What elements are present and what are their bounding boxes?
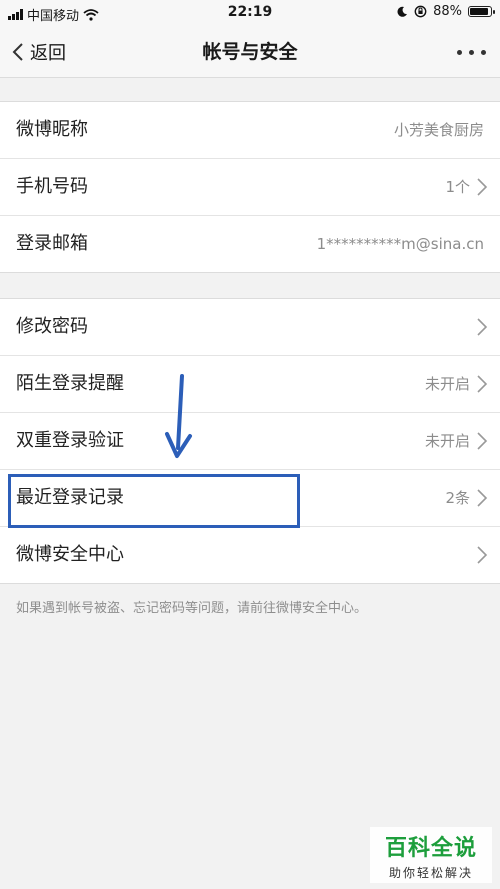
row-unfamiliar-login-alert[interactable]: 陌生登录提醒 未开启 (0, 356, 500, 413)
account-info-group: 微博昵称 小芳美食厨房 手机号码 1个 登录邮箱 1**********m@si… (0, 101, 500, 273)
row-label: 微博安全中心 (16, 544, 124, 565)
row-label: 登录邮箱 (16, 233, 88, 254)
row-value: 未开启 (424, 432, 470, 450)
row-email[interactable]: 登录邮箱 1**********m@sina.cn (0, 216, 500, 272)
more-button[interactable] (457, 26, 486, 78)
row-label: 修改密码 (16, 316, 88, 337)
status-bar: 中国移动 22:19 88% (0, 0, 500, 26)
battery-percent: 88% (433, 4, 462, 19)
chevron-right-icon (477, 489, 488, 507)
row-label: 双重登录验证 (16, 430, 124, 451)
chevron-right-icon (477, 432, 488, 450)
more-dot-icon (481, 49, 486, 55)
row-value: 1**********m@sina.cn (316, 235, 484, 253)
row-value: 小芳美食厨房 (393, 121, 484, 139)
nav-bar: 返回 帐号与安全 (0, 26, 500, 78)
row-two-step-verification[interactable]: 双重登录验证 未开启 (0, 413, 500, 470)
chevron-right-icon (477, 178, 488, 196)
page-title: 帐号与安全 (202, 41, 298, 63)
battery-icon (468, 6, 495, 17)
moon-icon (397, 6, 408, 17)
chevron-right-icon (477, 318, 488, 336)
more-dot-icon (469, 49, 474, 55)
status-right: 88% (396, 4, 495, 19)
chevron-right-icon (477, 546, 488, 564)
row-recent-login-records[interactable]: 最近登录记录 2条 (0, 470, 500, 527)
row-value: 未开启 (424, 375, 470, 393)
row-change-password[interactable]: 修改密码 (0, 299, 500, 356)
watermark-logo: 百科全说 助你轻松解决 (370, 827, 492, 883)
row-label: 微博昵称 (16, 119, 88, 140)
watermark-subtitle: 助你轻松解决 (388, 866, 473, 880)
watermark-title: 百科全说 (384, 836, 477, 861)
row-security-center[interactable]: 微博安全中心 (0, 527, 500, 583)
orientation-lock-icon (414, 5, 427, 18)
row-value: 2条 (445, 489, 470, 507)
row-value: 1个 (445, 178, 470, 196)
row-nickname[interactable]: 微博昵称 小芳美食厨房 (0, 102, 500, 159)
help-note: 如果遇到帐号被盗、忘记密码等问题，请前往微博安全中心。 (16, 601, 368, 616)
row-label: 最近登录记录 (16, 487, 124, 508)
security-group: 修改密码 陌生登录提醒 未开启 双重登录验证 未开启 最近登录记录 2条 微博安… (0, 298, 500, 584)
row-phone[interactable]: 手机号码 1个 (0, 159, 500, 216)
row-label: 手机号码 (16, 176, 88, 197)
more-dot-icon (457, 49, 462, 55)
chevron-right-icon (477, 375, 488, 393)
row-label: 陌生登录提醒 (16, 373, 124, 394)
